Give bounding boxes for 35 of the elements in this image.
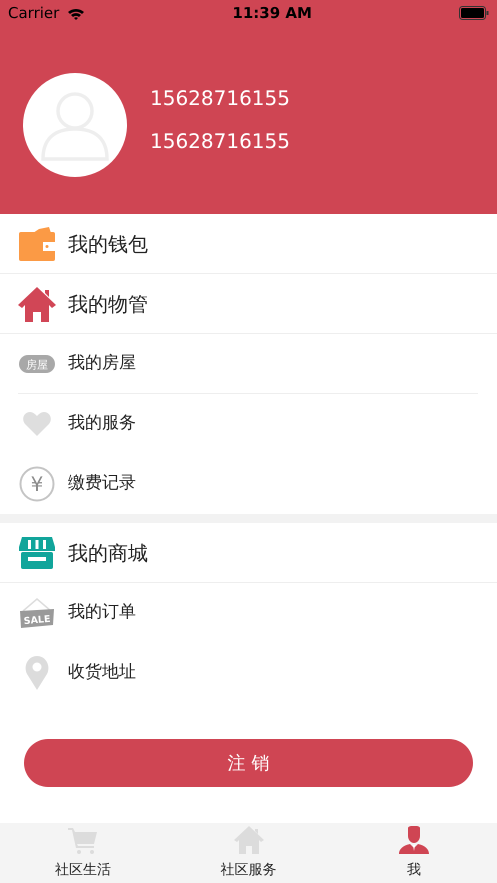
carrier-name: Carrier <box>8 2 60 24</box>
menu-row[interactable]: 我的商城 <box>0 523 497 583</box>
menu-label: 我的房屋 <box>68 352 136 376</box>
icon-label: ¥ <box>30 472 44 496</box>
menu-label: 我的物管 <box>68 290 148 318</box>
house-icon <box>234 826 264 854</box>
wifi-icon <box>67 6 86 20</box>
tab-item[interactable]: 我 <box>331 823 497 883</box>
menu-label: 缴费记录 <box>68 472 136 496</box>
person-icon <box>399 826 430 854</box>
menu-label: 我的钱包 <box>68 230 148 258</box>
menu-row[interactable]: 收货地址 <box>0 643 497 703</box>
phone-number: 15628716155 <box>150 131 290 151</box>
menu-row[interactable]: 我的钱包 <box>0 214 497 274</box>
menu-label: 我的订单 <box>68 601 136 624</box>
heart-icon <box>23 412 51 436</box>
location-pin-icon <box>25 656 49 690</box>
tab-item[interactable]: 社区服务 <box>166 823 332 883</box>
menu-row[interactable]: 我的服务 <box>0 394 497 454</box>
menu-label: 我的商城 <box>68 540 148 566</box>
icon-label: 房屋 <box>26 358 48 372</box>
menu-row[interactable]: SALE 我的订单 <box>0 583 497 643</box>
shop-icon <box>19 536 55 568</box>
menu-label: 收货地址 <box>68 661 136 684</box>
cart-icon <box>68 826 98 854</box>
phone-number: 15628716155 <box>150 88 290 108</box>
icon-label: SALE <box>23 614 51 628</box>
house-icon <box>18 286 56 322</box>
menu-label: 我的服务 <box>68 412 136 436</box>
logout-button[interactable]: 注 销 <box>24 739 473 787</box>
tab-item[interactable]: 社区生活 <box>0 823 166 883</box>
menu-row[interactable]: ¥ 缴费记录 <box>0 454 497 514</box>
wallet-icon <box>19 226 55 260</box>
battery-icon <box>458 6 489 20</box>
status-time: 11:39 AM <box>232 2 312 24</box>
